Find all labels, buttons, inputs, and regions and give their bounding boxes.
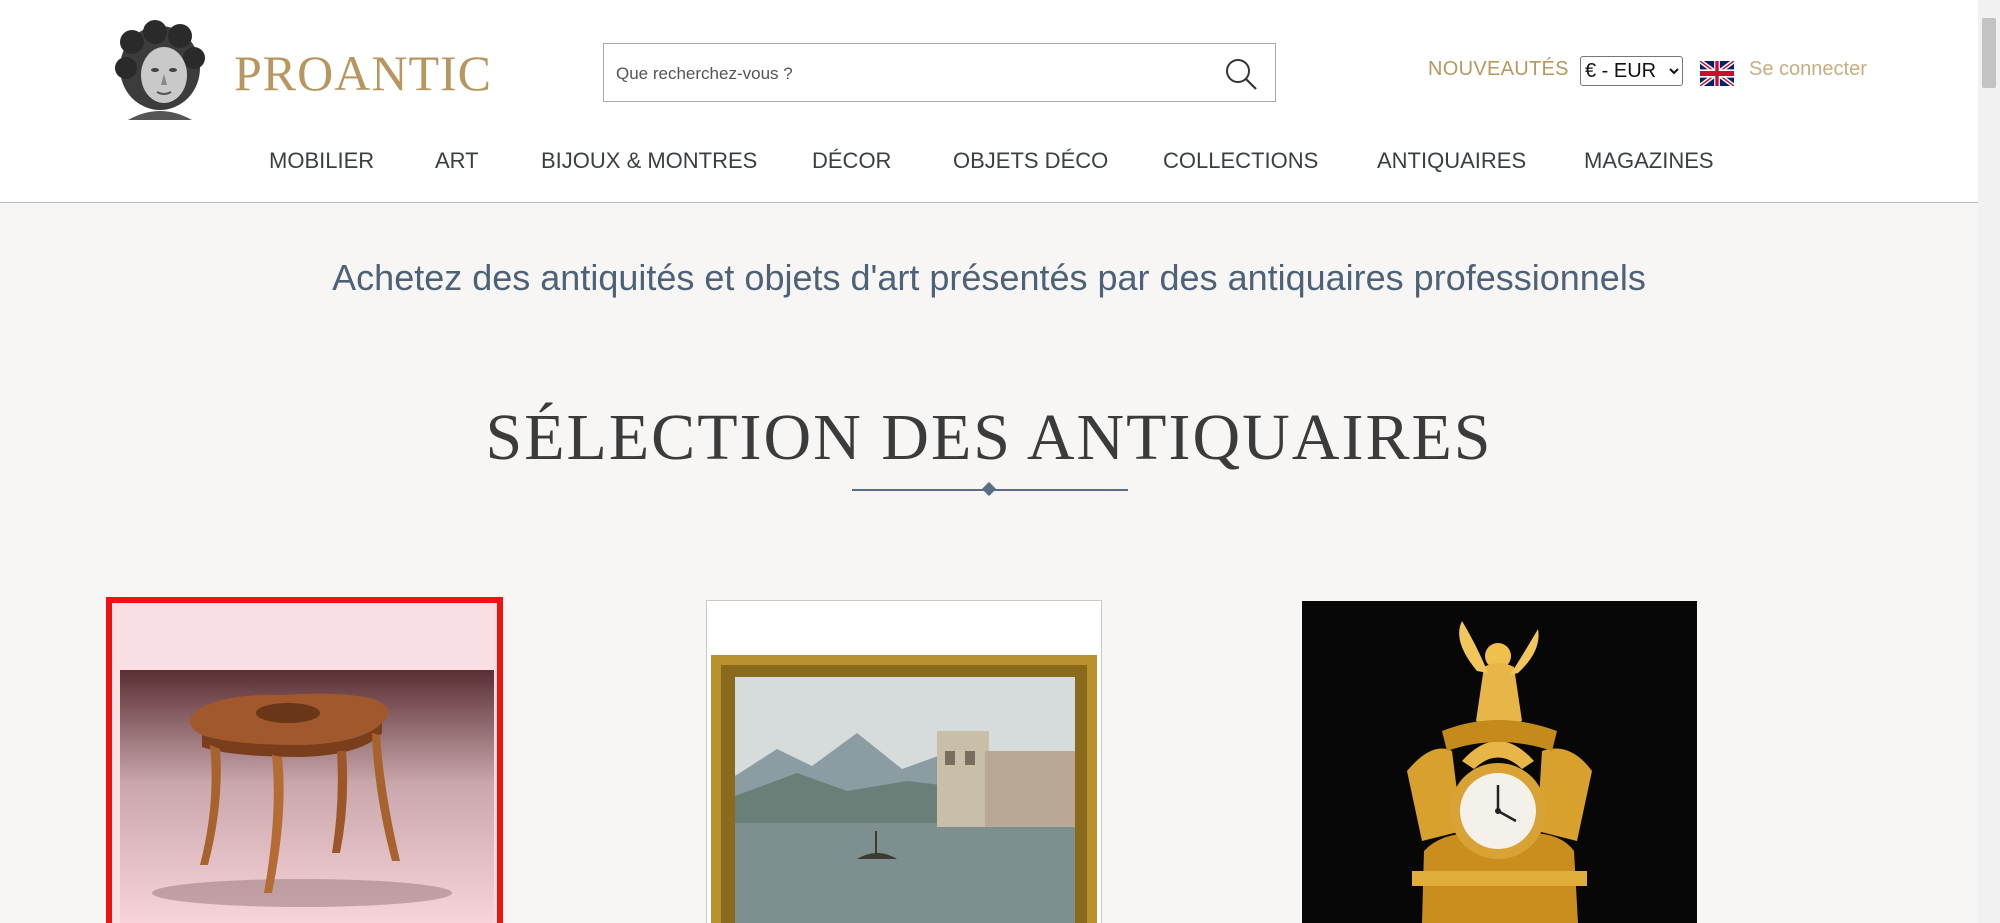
product-card-painting[interactable] — [706, 600, 1102, 923]
nav-item-mobilier[interactable]: MOBILIER — [269, 148, 374, 174]
gilt-bronze-clock-photo — [1302, 601, 1697, 923]
login-link[interactable]: Se connecter — [1749, 58, 1867, 81]
page-scrollbar[interactable] — [1978, 0, 2000, 923]
framed-lake-painting-photo — [707, 601, 1101, 923]
brand-name: PROANTIC — [234, 44, 493, 101]
uk-flag-icon[interactable] — [1700, 61, 1734, 86]
nav-item-antiquaires[interactable]: ANTIQUAIRES — [1377, 148, 1526, 174]
product-card-clock[interactable] — [1302, 601, 1697, 923]
title-divider-diamond — [981, 481, 997, 497]
main-nav: MOBILIER ART BIJOUX & MONTRES DÉCOR OBJE… — [0, 148, 1978, 178]
marquetry-table-photo — [112, 603, 497, 923]
nav-item-art[interactable]: ART — [435, 148, 479, 174]
section-title: SÉLECTION DES ANTIQUAIRES — [485, 401, 1493, 474]
nav-item-objets-deco[interactable]: OBJETS DÉCO — [953, 148, 1108, 174]
search-input[interactable] — [614, 56, 1198, 92]
product-card-table[interactable] — [106, 597, 503, 923]
nouveautes-link[interactable]: NOUVEAUTÉS — [1428, 58, 1569, 81]
currency-select[interactable]: € - EUR — [1580, 56, 1683, 86]
scrollbar-thumb[interactable] — [1982, 18, 1996, 88]
nav-item-magazines[interactable]: MAGAZINES — [1584, 148, 1714, 174]
search-icon[interactable] — [1223, 56, 1259, 92]
sculpted-head-bust-icon — [115, 20, 205, 120]
nav-item-decor[interactable]: DÉCOR — [812, 148, 891, 174]
page-tagline: Achetez des antiquités et objets d'art p… — [332, 257, 1646, 298]
site-header: PROANTIC NOUVEAUTÉS € - EUR Se connecter… — [0, 0, 1978, 203]
nav-item-collections[interactable]: COLLECTIONS — [1163, 148, 1318, 174]
search-bar — [603, 43, 1276, 102]
site-logo[interactable]: PROANTIC — [110, 20, 492, 125]
nav-item-bijoux-montres[interactable]: BIJOUX & MONTRES — [541, 148, 757, 174]
